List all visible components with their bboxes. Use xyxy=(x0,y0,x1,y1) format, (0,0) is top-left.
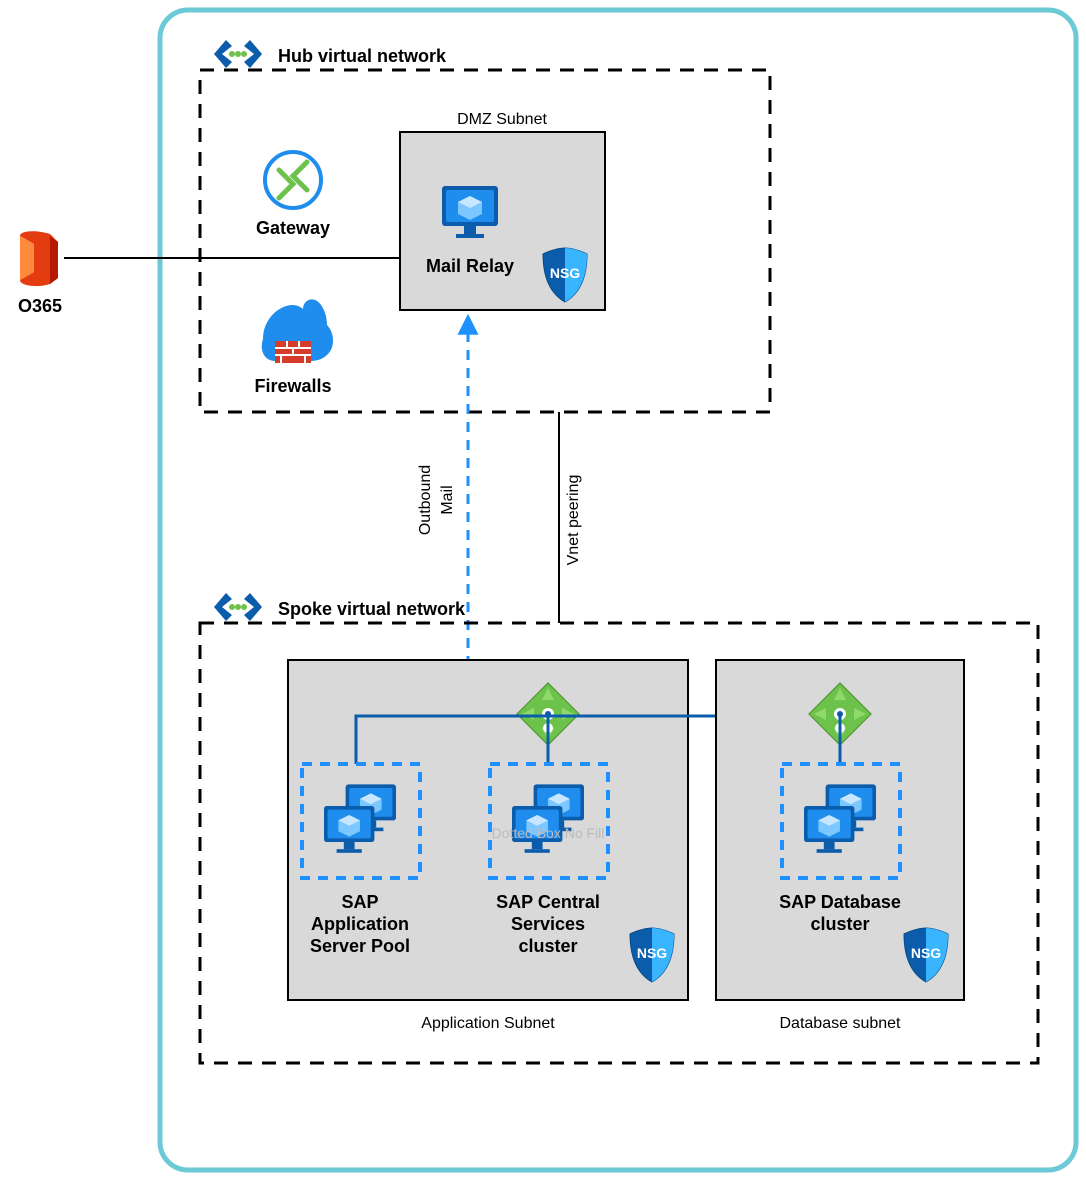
hub-vnet-title: Hub virtual network xyxy=(278,46,447,66)
dmz-subnet-title: DMZ Subnet xyxy=(457,111,547,128)
firewalls-label: Firewalls xyxy=(254,376,331,396)
o365-icon xyxy=(18,231,62,286)
app-nsg-label: NSG xyxy=(637,945,667,961)
outbound-label: Outbound xyxy=(417,465,434,535)
vnet-peering-label: Vnet peering xyxy=(565,475,582,566)
app-pool-label-2: Application xyxy=(311,914,409,934)
vnet-icon xyxy=(214,40,262,68)
gateway-label: Gateway xyxy=(256,218,330,238)
central-label-2: Services xyxy=(511,914,585,934)
db-nsg-label: NSG xyxy=(911,945,941,961)
app-pool-label-3: Server Pool xyxy=(310,936,410,956)
dmz-nsg-label: NSG xyxy=(550,265,580,281)
mail-label: Mail xyxy=(439,485,456,514)
db-label-1: SAP Database xyxy=(779,892,901,912)
firewalls-icon xyxy=(262,299,333,363)
central-label-3: cluster xyxy=(518,936,577,956)
architecture-diagram: O365 Hub virtual network Gateway Firewal… xyxy=(0,0,1086,1182)
spoke-vnet-title: Spoke virtual network xyxy=(278,599,466,619)
watermark-text: Dotted Box No Fill xyxy=(492,825,605,841)
app-pool-label-1: SAP xyxy=(341,892,378,912)
db-subnet-title: Database subnet xyxy=(780,1015,902,1032)
gateway-icon xyxy=(265,152,321,208)
db-label-2: cluster xyxy=(810,914,869,934)
o365-label: O365 xyxy=(18,296,62,316)
mail-relay-label: Mail Relay xyxy=(426,256,514,276)
app-subnet-title: Application Subnet xyxy=(421,1015,555,1032)
central-label-1: SAP Central xyxy=(496,892,600,912)
vnet-icon xyxy=(214,593,262,621)
